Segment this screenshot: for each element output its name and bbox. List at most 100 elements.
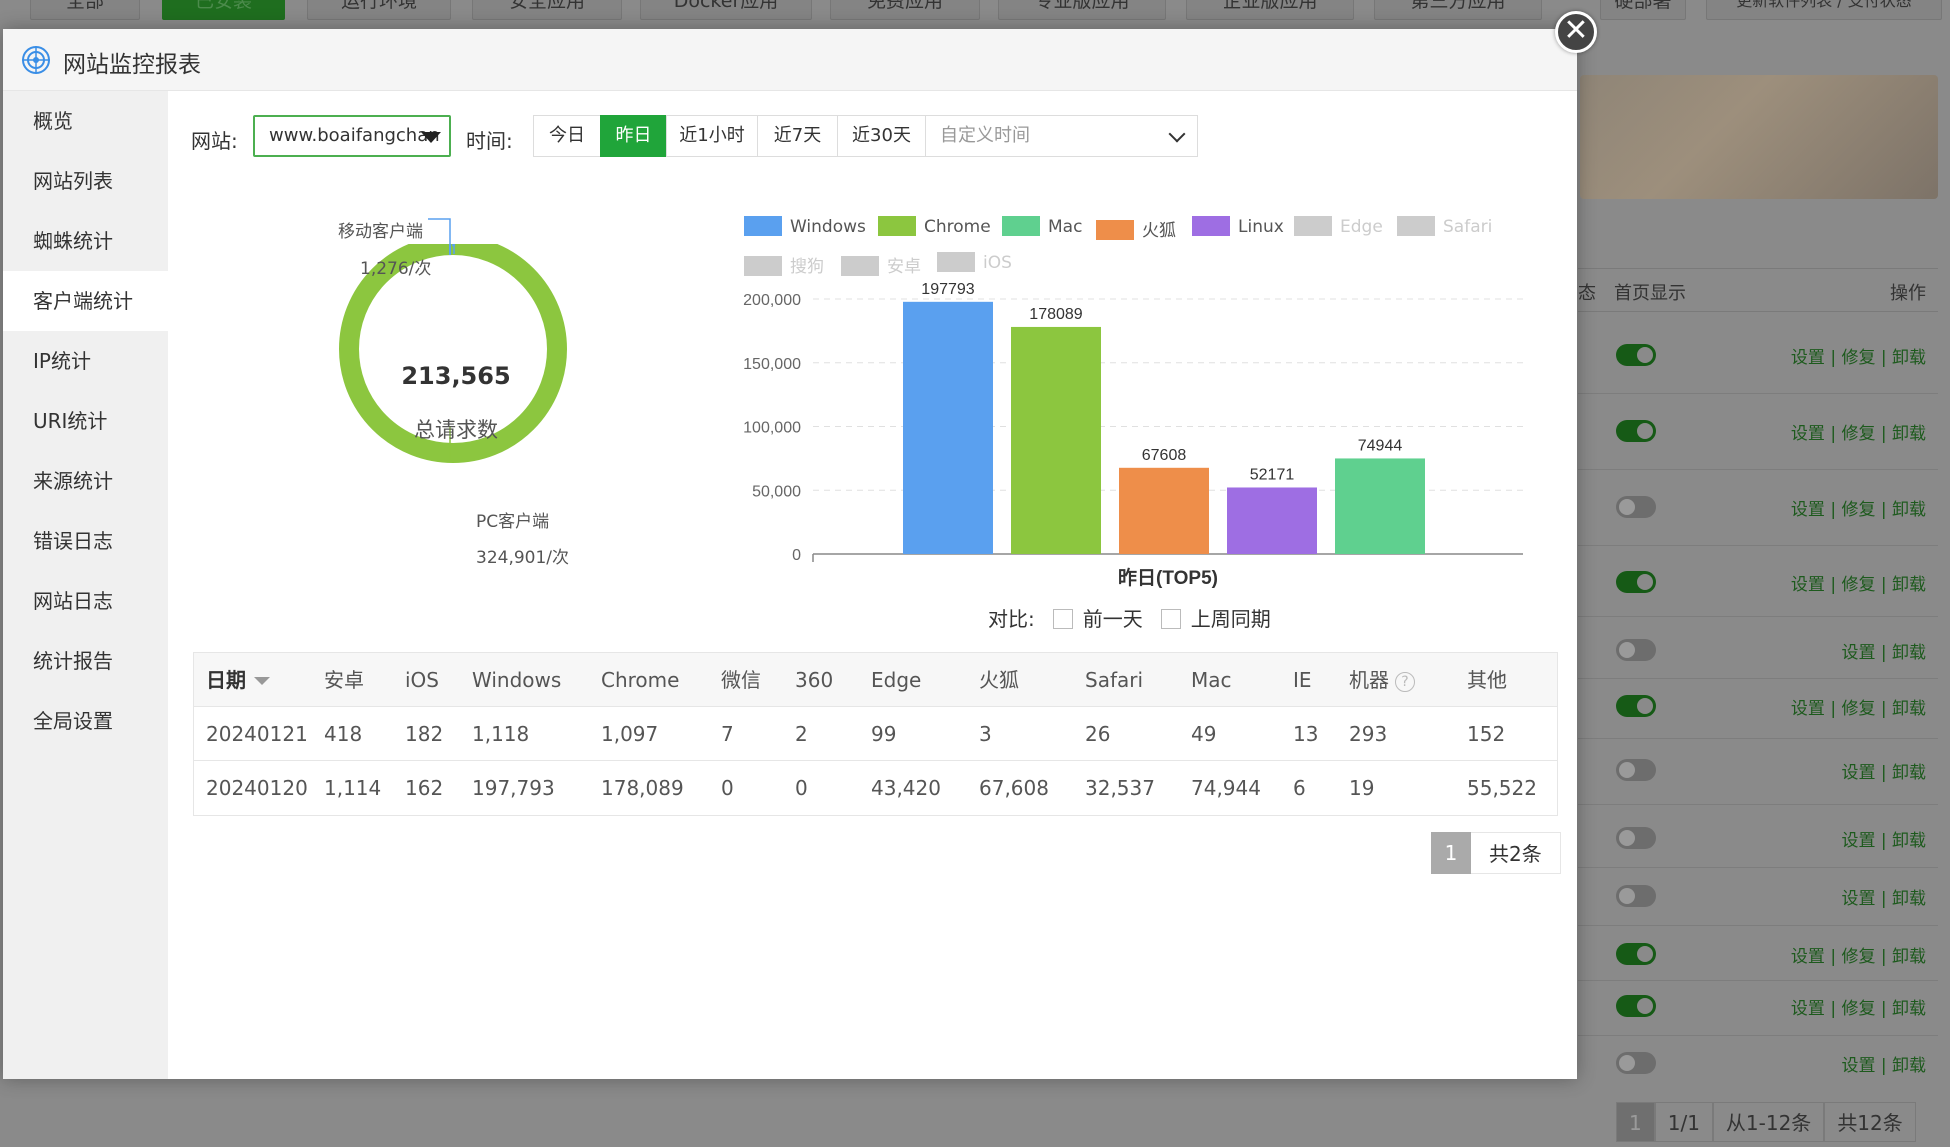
bar-value-label: 197793 — [921, 281, 974, 298]
sort-down-icon[interactable] — [254, 677, 270, 685]
header-label: 360 — [795, 668, 834, 692]
bg-toggle-homepage[interactable] — [1616, 496, 1656, 518]
bg-row-actions[interactable]: 设置 | 修复 | 卸载 — [1791, 942, 1926, 967]
table-header-cell: Windows — [472, 653, 561, 707]
bg-pager-current[interactable]: 1 — [1616, 1102, 1655, 1142]
bg-tab-all[interactable]: 全部 — [30, 0, 140, 20]
y-tick-label: 200,000 — [743, 292, 801, 309]
sidebar-item[interactable]: 全局设置 — [3, 691, 168, 751]
header-label: Edge — [871, 668, 922, 692]
donut-total-value: 213,565 — [401, 362, 511, 390]
bg-row-divider — [1578, 867, 1938, 868]
bg-tab-security[interactable]: 安全应用 — [472, 0, 622, 20]
table-header-cell: 其他 — [1467, 653, 1507, 707]
bg-tab-enterprise[interactable]: 企业版应用 — [1186, 0, 1354, 20]
bar — [1335, 458, 1425, 554]
bg-row-divider — [1578, 545, 1938, 546]
header-label: Chrome — [601, 668, 680, 692]
table-header-row: 日期 安卓 iOS Windows Chrome 微信 360 Edge 火狐 Safari Mac… — [194, 653, 1557, 707]
compare-label: 对比: — [988, 607, 1035, 631]
bg-row-actions[interactable]: 设置 | 修复 | 卸载 — [1791, 694, 1926, 719]
table-header-cell: iOS — [405, 653, 439, 707]
table-cell: 0 — [721, 776, 734, 800]
bg-update-list-button[interactable]: 更新软件列表 / 支付状态 — [1706, 0, 1942, 20]
prev-day-checkbox[interactable] — [1052, 609, 1073, 629]
close-modal-button[interactable]: ✕ — [1555, 11, 1597, 53]
bg-tab-deploy[interactable]: 硬部署 — [1600, 0, 1686, 20]
bg-toggle-homepage[interactable] — [1616, 827, 1656, 849]
help-icon[interactable]: ? — [1395, 672, 1415, 692]
chart-title: 昨日(TOP5) — [1118, 566, 1218, 589]
bg-toggle-homepage[interactable] — [1616, 639, 1656, 661]
header-label: Safari — [1085, 668, 1144, 692]
table-cell: 152 — [1467, 722, 1506, 746]
bg-row-actions[interactable]: 设置 | 修复 | 卸载 — [1791, 419, 1926, 444]
bg-pager-range: 从1-12条 — [1712, 1102, 1825, 1142]
table-cell: 1,114 — [324, 776, 382, 800]
site-monitor-modal: 网站监控报表 概览 网站列表 蜘蛛统计 客户端统计 IP统计 URI统计 来源统计 错误日志网… — [3, 29, 1577, 1079]
bg-row-actions[interactable]: 设置 | 卸载 — [1841, 638, 1926, 663]
bg-row-actions[interactable]: 设置 | 修复 | 卸载 — [1791, 570, 1926, 595]
bg-toggle-homepage[interactable] — [1616, 420, 1656, 442]
table-cell: 162 — [405, 776, 444, 800]
bg-tab-runtime[interactable]: 运行环境 — [307, 0, 451, 20]
bg-row-divider — [1578, 738, 1938, 739]
bg-col-homepage: 首页显示 — [1614, 283, 1686, 304]
bg-row-divider — [1578, 1035, 1938, 1036]
bg-tab-docker[interactable]: Docker应用 — [640, 0, 812, 20]
leader-line-mobile — [428, 218, 451, 255]
table-header-cell: 微信 — [721, 653, 761, 707]
bg-row-actions[interactable]: 设置 | 修复 | 卸载 — [1791, 343, 1926, 368]
bg-row-actions[interactable]: 设置 | 修复 | 卸载 — [1791, 495, 1926, 520]
background-plugin-panel — [1578, 60, 1950, 1147]
table-pager: 1 共2条 — [1431, 832, 1561, 874]
bg-toggle-homepage[interactable] — [1616, 885, 1656, 907]
bg-toggle-homepage[interactable] — [1616, 759, 1656, 781]
bar — [903, 301, 993, 554]
table-header-cell: Mac — [1191, 653, 1232, 707]
pager-current-page[interactable]: 1 — [1431, 832, 1471, 874]
bg-tab-installed[interactable]: 已安装 — [162, 0, 285, 20]
y-tick-label: 100,000 — [743, 420, 801, 437]
bg-tab-free[interactable]: 免费应用 — [830, 0, 980, 20]
header-label: IE — [1293, 668, 1312, 692]
bar-value-label: 52171 — [1250, 466, 1295, 483]
bg-row-actions[interactable]: 设置 | 修复 | 卸载 — [1791, 994, 1926, 1019]
table-cell: 7 — [721, 722, 734, 746]
bg-toggle-homepage[interactable] — [1616, 1052, 1656, 1074]
bar-value-label: 74944 — [1358, 437, 1403, 454]
bg-toggle-homepage[interactable] — [1616, 695, 1656, 717]
bg-toggle-homepage[interactable] — [1616, 344, 1656, 366]
bg-toggle-homepage[interactable] — [1616, 571, 1656, 593]
table-header-cell: 360 — [795, 653, 833, 707]
header-label: Windows — [472, 668, 562, 692]
bg-row-actions[interactable]: 设置 | 卸载 — [1841, 884, 1926, 909]
table-header-cell: Edge — [871, 653, 921, 707]
bg-toggle-homepage[interactable] — [1616, 995, 1656, 1017]
prev-day-label: 前一天 — [1082, 607, 1143, 631]
bar — [1119, 467, 1209, 554]
bg-tab-pro[interactable]: 专业版应用 — [998, 0, 1166, 20]
table-cell: 20240120 — [206, 776, 308, 800]
bg-row-actions[interactable]: 设置 | 卸载 — [1841, 826, 1926, 851]
sidebar-item[interactable]: 统计报告 — [3, 631, 168, 691]
donut-mobile-label: 移动客户端 — [338, 222, 423, 242]
donut-pc-label: PC客户端 — [476, 512, 550, 532]
table-cell: 99 — [871, 722, 897, 746]
bg-toggle-homepage[interactable] — [1616, 943, 1656, 965]
table-cell: 74,944 — [1191, 776, 1261, 800]
bg-row-divider — [1578, 469, 1938, 470]
y-tick-label: 50,000 — [752, 483, 801, 500]
bg-tab-thirdparty[interactable]: 第三方应用 — [1374, 0, 1542, 20]
header-label: iOS — [405, 668, 439, 692]
header-label: 其他 — [1467, 668, 1507, 692]
table-cell: 1,097 — [601, 722, 659, 746]
bg-row-actions[interactable]: 设置 | 卸载 — [1841, 758, 1926, 783]
table-header-cell[interactable]: 日期 — [206, 653, 270, 707]
last-week-checkbox[interactable] — [1160, 609, 1181, 629]
bar-value-label: 67608 — [1142, 447, 1187, 464]
header-label: 安卓 — [324, 668, 364, 692]
y-tick-label: 150,000 — [743, 356, 801, 373]
header-label: Mac — [1191, 668, 1232, 692]
bg-row-actions[interactable]: 设置 | 卸载 — [1841, 1051, 1926, 1076]
